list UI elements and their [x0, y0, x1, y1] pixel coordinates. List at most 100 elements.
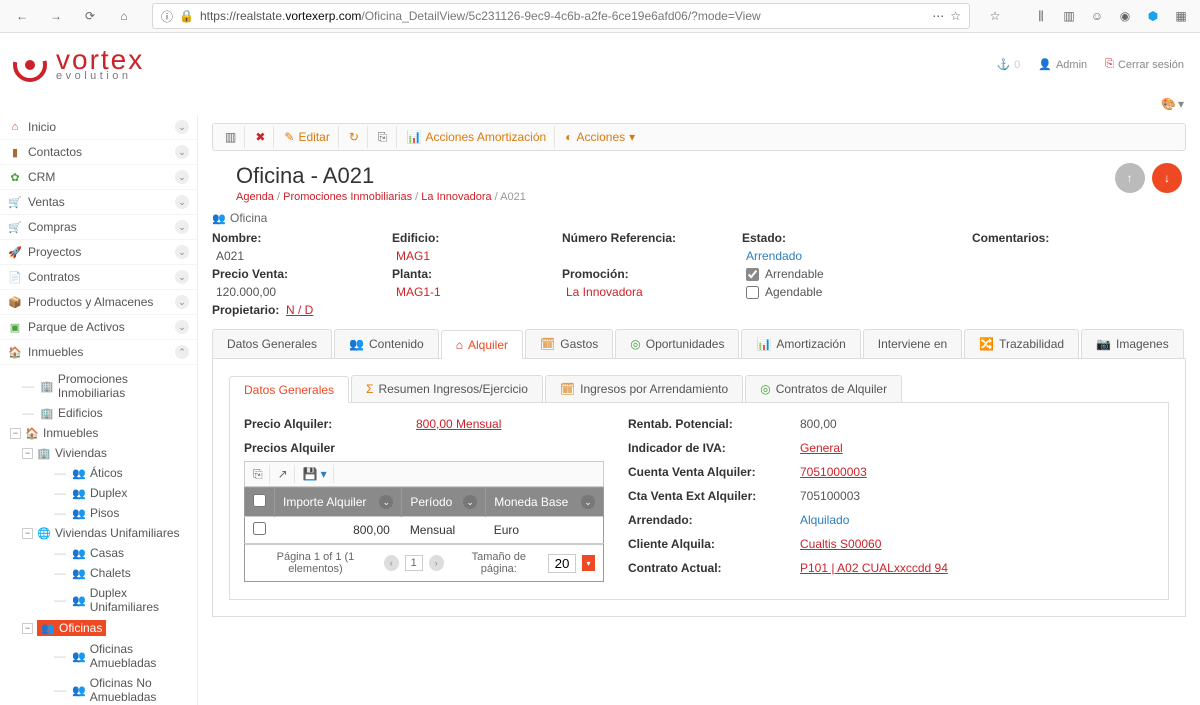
reader-icon[interactable]: ☆: [950, 9, 961, 23]
sidebar-icon[interactable]: ▥: [1058, 5, 1080, 27]
sort-icon[interactable]: ⌄: [463, 495, 477, 509]
cell-periodo: Mensual: [402, 517, 486, 544]
tab-alquiler[interactable]: ⌂Alquiler: [441, 330, 523, 359]
tab-contenido[interactable]: 👥Contenido: [334, 329, 439, 358]
forward-button[interactable]: →: [42, 3, 70, 29]
collapse-icon[interactable]: −: [22, 528, 33, 539]
tb-actions-button[interactable]: ◐Acciones ▾: [557, 126, 643, 148]
tb-close-button[interactable]: ✖: [247, 126, 274, 148]
sort-icon[interactable]: ⌄: [379, 495, 393, 509]
label-promocion: Promoción:: [562, 267, 732, 281]
label-planta: Planta:: [392, 267, 552, 281]
col-importe[interactable]: Importe Alquiler⌄: [275, 488, 402, 517]
palette-caret-icon[interactable]: ▾: [1178, 97, 1184, 111]
book-icon: ▮: [8, 145, 22, 159]
more-icon[interactable]: ⋯: [932, 9, 944, 23]
sidebar-item-inmuebles[interactable]: 🏠Inmuebles⌃: [0, 340, 197, 365]
tree-inmuebles[interactable]: −🏠Inmuebles: [4, 423, 197, 443]
logo[interactable]: vortex evolution: [12, 47, 144, 83]
tree-promociones[interactable]: —🏢Promociones Inmobiliarias: [4, 369, 197, 403]
page-size-dd[interactable]: ▾: [582, 555, 595, 571]
tree-oficinas[interactable]: −👥Oficinas: [4, 617, 197, 639]
ext1-icon[interactable]: ⬢: [1142, 5, 1164, 27]
tab-amortizacion[interactable]: 📊Amortización: [741, 329, 860, 358]
subtab-resumen[interactable]: ΣResumen Ingresos/Ejercicio: [351, 375, 543, 402]
pager-prev[interactable]: ‹: [384, 555, 399, 571]
value-nombre: A021: [212, 249, 382, 263]
tb-amort-button[interactable]: 📊Acciones Amortización: [399, 126, 556, 148]
next-record-button[interactable]: ↓: [1152, 163, 1182, 193]
logout-link[interactable]: ⎘ Cerrar sesión: [1105, 58, 1184, 71]
tree-viviendas[interactable]: −🏢Viviendas: [4, 443, 197, 463]
sidebar-item-contactos[interactable]: ▮Contactos⌄: [0, 140, 197, 165]
address-bar[interactable]: ⓘ 🔒 https://realstate.vortexerp.com/Ofic…: [152, 3, 970, 29]
grid-new-button[interactable]: ⎘: [247, 465, 270, 484]
tree-oficinas-amueb[interactable]: —👥Oficinas Amuebladas: [4, 639, 197, 673]
admin-link[interactable]: 👤 Admin: [1038, 58, 1087, 71]
bc-agenda[interactable]: Agenda: [236, 191, 274, 203]
sidebar-item-ventas[interactable]: 🛒Ventas⌄: [0, 190, 197, 215]
sidebar-item-productos[interactable]: 📦Productos y Almacenes⌄: [0, 290, 197, 315]
account-icon[interactable]: ◉: [1114, 5, 1136, 27]
tb-export-button[interactable]: ⎘: [370, 126, 397, 148]
bc-promo[interactable]: Promociones Inmobiliarias: [283, 191, 412, 203]
sidebar-item-activos[interactable]: ▣Parque de Activos⌄: [0, 315, 197, 340]
star-icon[interactable]: ☆: [984, 5, 1006, 27]
face-icon[interactable]: ☺: [1086, 5, 1108, 27]
tb-refresh-button[interactable]: ↻: [341, 126, 368, 148]
col-checkbox[interactable]: [245, 488, 275, 517]
tab-oportunidades[interactable]: ◎Oportunidades: [615, 329, 739, 358]
bc-innov[interactable]: La Innovadora: [421, 191, 491, 203]
col-moneda[interactable]: Moneda Base⌄: [486, 488, 604, 517]
tb-grid-button[interactable]: ▥: [217, 126, 245, 148]
table-row[interactable]: 800,00 Mensual Euro: [245, 517, 604, 544]
tree-oficinas-noamueb[interactable]: —👥Oficinas No Amuebladas: [4, 673, 197, 705]
ext2-icon[interactable]: ▦: [1170, 5, 1192, 27]
tree-aticos[interactable]: —👥Áticos: [4, 463, 197, 483]
palette-icon[interactable]: 🎨: [1161, 97, 1176, 111]
tree-pisos[interactable]: —👥Pisos: [4, 503, 197, 523]
tree-viviendas-unif[interactable]: −🌐Viviendas Unifamiliares: [4, 523, 197, 543]
sidebar-item-compras[interactable]: 🛒Compras⌄: [0, 215, 197, 240]
subtab-datos-generales[interactable]: Datos Generales: [229, 376, 349, 403]
tree-chalets[interactable]: —👥Chalets: [4, 563, 197, 583]
tab-gastos[interactable]: 🗓Gastos: [525, 329, 613, 358]
group-icon: 👥: [72, 546, 86, 560]
house-icon: 🏠: [8, 345, 22, 359]
sidebar-item-contratos[interactable]: 📄Contratos⌄: [0, 265, 197, 290]
sidebar-item-inicio[interactable]: ⌂Inicio⌄: [0, 115, 197, 140]
library-icon[interactable]: ⫼: [1030, 5, 1052, 27]
pager-next[interactable]: ›: [429, 555, 444, 571]
subtab-ingresos[interactable]: 🗓Ingresos por Arrendamiento: [545, 375, 743, 402]
pager-page[interactable]: 1: [405, 555, 423, 571]
row-checkbox[interactable]: [253, 522, 266, 535]
tree-casas[interactable]: —👥Casas: [4, 543, 197, 563]
prev-record-button[interactable]: ↑: [1115, 163, 1145, 193]
cb-agendable[interactable]: Agendable: [742, 285, 962, 299]
tb-edit-button[interactable]: ✎Editar: [276, 126, 338, 148]
reload-button[interactable]: ⟳: [76, 3, 104, 29]
page-size-input[interactable]: [548, 554, 576, 573]
subtab-contratos[interactable]: ◎Contratos de Alquiler: [745, 375, 902, 402]
sidebar-item-proyectos[interactable]: 🚀Proyectos⌄: [0, 240, 197, 265]
tree-edificios[interactable]: —🏢Edificios: [4, 403, 197, 423]
collapse-icon[interactable]: −: [22, 448, 33, 459]
home-button[interactable]: ⌂: [110, 3, 138, 29]
notif-bell[interactable]: ⚓ 0: [996, 58, 1020, 71]
tab-interviene[interactable]: Interviene en: [863, 329, 962, 358]
cb-arrendable[interactable]: Arrendable: [742, 267, 962, 281]
grid-open-button[interactable]: ↗: [272, 465, 295, 483]
sidebar-item-crm[interactable]: ✿CRM⌄: [0, 165, 197, 190]
col-periodo[interactable]: Período⌄: [402, 488, 486, 517]
cell-moneda: Euro: [486, 517, 604, 544]
tree-duplex[interactable]: —👥Duplex: [4, 483, 197, 503]
collapse-icon[interactable]: −: [22, 623, 33, 634]
tab-datos-generales[interactable]: Datos Generales: [212, 329, 332, 358]
grid-save-button[interactable]: 💾 ▾: [297, 465, 334, 483]
tab-imagenes[interactable]: 📷Imagenes: [1081, 329, 1184, 358]
collapse-icon[interactable]: −: [10, 428, 21, 439]
sort-icon[interactable]: ⌄: [581, 495, 595, 509]
back-button[interactable]: ←: [8, 3, 36, 29]
tree-duplex-unif[interactable]: —👥Duplex Unifamiliares: [4, 583, 197, 617]
tab-trazabilidad[interactable]: 🔀Trazabilidad: [964, 329, 1079, 358]
